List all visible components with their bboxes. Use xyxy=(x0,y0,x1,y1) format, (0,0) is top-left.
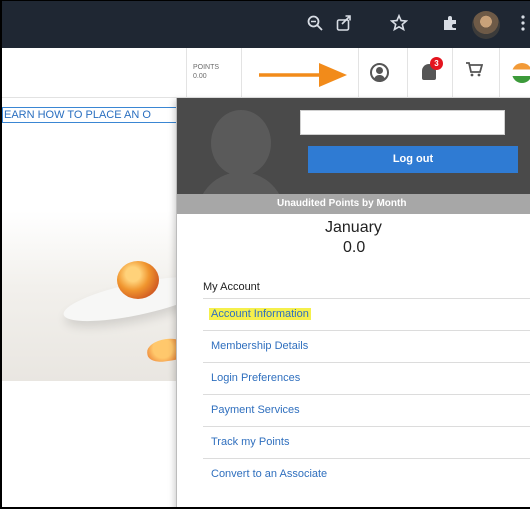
account-button[interactable] xyxy=(358,48,400,98)
points-label: POINTS xyxy=(193,64,220,71)
zoom-icon[interactable] xyxy=(304,14,326,36)
points-month-label: January xyxy=(325,219,382,236)
notifications-button[interactable]: 3 xyxy=(407,48,449,98)
account-dropdown-header: Log out xyxy=(177,98,530,194)
share-icon[interactable] xyxy=(333,14,355,36)
notification-badge: 3 xyxy=(430,57,443,70)
india-flag-icon xyxy=(512,63,530,83)
screenshot-frame: POINTS 0.00 3 EARN HOW TO PLACE AN O Log… xyxy=(0,0,530,509)
account-dropdown: Log out Unaudited Points by Month Januar… xyxy=(176,98,530,507)
site-header: POINTS 0.00 3 xyxy=(2,48,530,98)
browser-toolbar xyxy=(2,1,530,48)
browser-profile-avatar[interactable] xyxy=(472,11,500,39)
points-month-value: 0.0 xyxy=(343,239,366,256)
menu-item-login-preferences[interactable]: Login Preferences xyxy=(203,362,530,394)
language-button[interactable] xyxy=(499,48,530,98)
menu-item-payment-services[interactable]: Payment Services xyxy=(203,394,530,426)
extensions-icon[interactable] xyxy=(439,14,461,36)
account-menu-list: Account Information Membership Details L… xyxy=(203,298,530,490)
points-summary[interactable]: POINTS 0.00 xyxy=(186,48,242,98)
menu-item-account-information[interactable]: Account Information xyxy=(203,298,530,330)
cart-button[interactable] xyxy=(452,48,494,98)
logout-button[interactable]: Log out xyxy=(308,146,518,173)
menu-kebab-icon[interactable] xyxy=(512,14,530,36)
peach-image xyxy=(117,261,159,299)
user-avatar-placeholder-icon xyxy=(197,110,285,194)
points-value: 0.00 xyxy=(193,73,207,80)
cart-icon xyxy=(465,61,484,82)
account-icon xyxy=(370,63,389,82)
hero-image xyxy=(2,211,202,381)
promo-banner-link[interactable]: EARN HOW TO PLACE AN O xyxy=(2,107,180,123)
points-by-month-heading: Unaudited Points by Month xyxy=(177,194,530,214)
menu-item-track-my-points[interactable]: Track my Points xyxy=(203,426,530,458)
menu-item-membership-details[interactable]: Membership Details xyxy=(203,330,530,362)
my-account-heading: My Account xyxy=(203,281,260,293)
annotation-arrow-icon xyxy=(259,63,347,87)
bookmark-star-icon[interactable] xyxy=(388,13,410,36)
menu-item-convert-to-associate[interactable]: Convert to an Associate xyxy=(203,458,530,490)
user-name-field xyxy=(300,110,505,135)
